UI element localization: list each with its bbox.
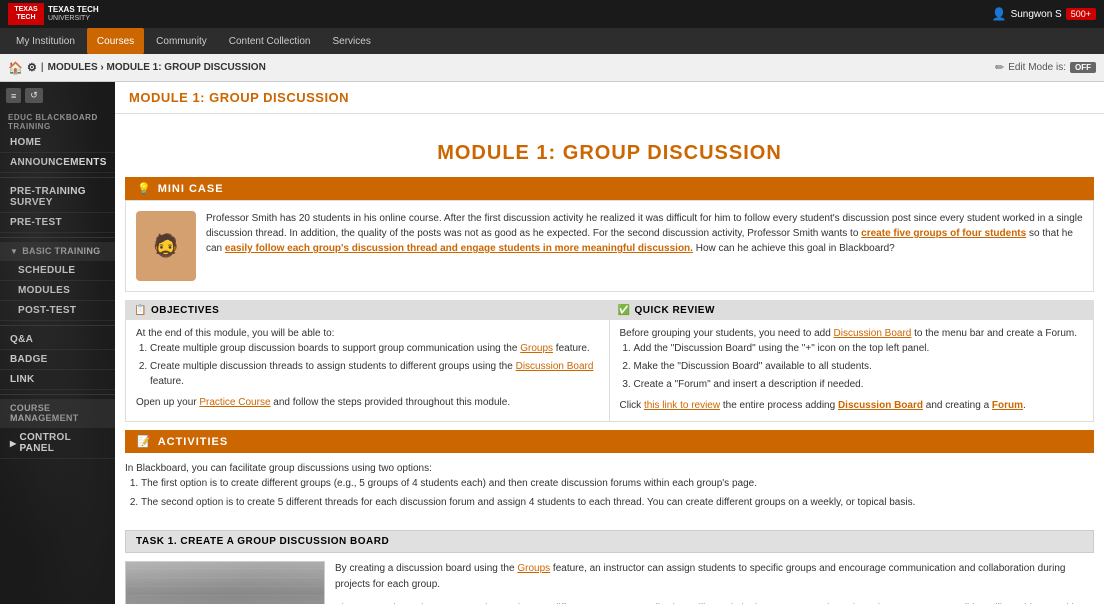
mini-case-icon: 💡 xyxy=(137,182,152,195)
menu-services[interactable]: Services xyxy=(322,28,380,54)
quick-review-label: QUICK REVIEW xyxy=(634,305,714,316)
case-text: Professor Smith has 20 students in his o… xyxy=(206,211,1083,281)
sidebar-item-announcements[interactable]: ANNOUNCEMENTS xyxy=(0,153,115,173)
mini-case-content: 🧔 Professor Smith has 20 students in his… xyxy=(125,200,1094,292)
sidebar-item-post-test[interactable]: POST-TEST xyxy=(0,301,115,321)
sidebar-item-badge[interactable]: BADGE xyxy=(0,350,115,370)
module-title-section: MODULE 1: GROUP DISCUSSION xyxy=(125,124,1094,177)
task1-content: By creating a discussion board using the… xyxy=(125,553,1094,604)
professor-avatar: 🧔 xyxy=(136,211,196,281)
sidebar-refresh-btn[interactable]: ↺ xyxy=(25,88,43,103)
sidebar-section-course-mgmt: COURSE MANAGEMENT xyxy=(0,399,115,428)
objectives-header: 📋 OBJECTIVES xyxy=(126,301,609,320)
points-badge: 500+ xyxy=(1066,8,1096,20)
link-groups[interactable]: Groups xyxy=(520,343,553,354)
sidebar: ≡ ↺ EDUC Blackboard Training HOME ANNOUN… xyxy=(0,82,115,604)
edit-icon: ✏ xyxy=(995,61,1004,74)
mini-case-bar: 💡 MINI CASE xyxy=(125,177,1094,200)
divider xyxy=(0,237,115,238)
edit-mode-toggle: ✏ Edit Mode is: OFF xyxy=(995,61,1096,74)
breadcrumb-bar: 🏠 ⚙ | MODULES › MODULE 1: GROUP DISCUSSI… xyxy=(0,54,1104,82)
objectives-intro: At the end of this module, you will be a… xyxy=(136,326,599,341)
quick-review-header: ✅ QUICK REVIEW xyxy=(610,301,1094,320)
activities-label: ACTIVITIES xyxy=(158,436,229,448)
task1-header: TASK 1. CREATE A GROUP DISCUSSION BOARD xyxy=(125,530,1094,553)
sidebar-item-pre-test[interactable]: PRE-TEST xyxy=(0,213,115,233)
two-col-section: 📋 OBJECTIVES At the end of this module, … xyxy=(125,300,1094,422)
sidebar-item-qa[interactable]: Q&A xyxy=(0,330,115,350)
task1-text: By creating a discussion board using the… xyxy=(335,561,1094,604)
activities-bar: 📝 ACTIVITIES xyxy=(125,430,1094,453)
objectives-icon: 📋 xyxy=(134,305,147,316)
link-discussion-board[interactable]: Discussion Board xyxy=(516,361,594,372)
sidebar-section-label: EDUC Blackboard Training xyxy=(0,107,115,133)
link-discussion-board-add[interactable]: Discussion Board xyxy=(834,328,912,339)
sidebar-section-basic-training: ▼ BASIC TRAINING xyxy=(0,242,115,261)
quick-review-icon: ✅ xyxy=(618,305,631,316)
quick-review-intro: Before grouping your students, you need … xyxy=(620,326,1084,341)
link-forum-footer[interactable]: Forum xyxy=(992,400,1023,411)
home-icon[interactable]: 🏠 xyxy=(8,61,23,75)
objectives-label: OBJECTIVES xyxy=(151,305,219,316)
menu-bar: My Institution Courses Community Content… xyxy=(0,28,1104,54)
task1-image xyxy=(125,561,325,604)
quick-review-content: Before grouping your students, you need … xyxy=(620,326,1084,413)
sidebar-item-control-panel[interactable]: ▶ Control Panel xyxy=(0,428,115,459)
activities-intro: In Blackboard, you can facilitate group … xyxy=(125,461,1094,476)
edit-toggle[interactable]: OFF xyxy=(1070,62,1096,73)
breadcrumb: 🏠 ⚙ | MODULES › MODULE 1: GROUP DISCUSSI… xyxy=(8,61,266,75)
top-navigation: TEXASTECH TEXAS TECH UNIVERSITY 👤 Sungwo… xyxy=(0,0,1104,28)
sidebar-item-modules[interactable]: MODULES xyxy=(0,281,115,301)
mini-case-label: MINI CASE xyxy=(158,183,224,195)
menu-content-collection[interactable]: Content Collection xyxy=(219,28,321,54)
breadcrumb-path: MODULES › MODULE 1: GROUP DISCUSSION xyxy=(48,62,266,73)
nav-left: TEXASTECH TEXAS TECH UNIVERSITY xyxy=(8,3,99,25)
menu-community[interactable]: Community xyxy=(146,28,217,54)
edit-mode-label: Edit Mode is: xyxy=(1008,62,1066,73)
page-header: MODULE 1: GROUP DISCUSSION xyxy=(115,82,1104,114)
main-layout: ≡ ↺ EDUC Blackboard Training HOME ANNOUN… xyxy=(0,82,1104,604)
menu-my-institution[interactable]: My Institution xyxy=(6,28,85,54)
divider xyxy=(0,177,115,178)
link-practice-course[interactable]: Practice Course xyxy=(199,397,270,408)
link-follow-discussion[interactable]: easily follow each group's discussion th… xyxy=(225,243,693,254)
sidebar-item-home[interactable]: HOME xyxy=(0,133,115,153)
activity-item-1: The first option is to create different … xyxy=(141,476,1094,491)
sidebar-item-schedule[interactable]: SCHEDULE xyxy=(0,261,115,281)
sidebar-item-link[interactable]: LINK xyxy=(0,370,115,390)
breadcrumb-separator: | xyxy=(41,62,44,73)
nav-right: 👤 Sungwon S 500+ xyxy=(992,7,1096,21)
link-review[interactable]: this link to review xyxy=(644,400,720,411)
expand-icon: ▶ xyxy=(10,439,16,448)
page-title: MODULE 1: GROUP DISCUSSION xyxy=(129,90,1090,105)
objectives-section: 📋 OBJECTIVES At the end of this module, … xyxy=(126,301,610,421)
menu-courses[interactable]: Courses xyxy=(87,28,144,54)
logo-text: TEXAS TECH UNIVERSITY xyxy=(48,6,99,22)
sidebar-toolbar: ≡ ↺ xyxy=(0,82,115,107)
content-area: MODULE 1: GROUP DISCUSSION 💡 MINI CASE 🧔… xyxy=(115,114,1104,604)
quick-review-footer: Click this link to review the entire pro… xyxy=(620,398,1084,413)
divider xyxy=(0,325,115,326)
link-five-groups[interactable]: create five groups of four students xyxy=(861,228,1026,239)
logo-box: TEXASTECH xyxy=(8,3,44,25)
objectives-content: At the end of this module, you will be a… xyxy=(136,326,599,410)
link-groups-task[interactable]: Groups xyxy=(517,563,550,574)
logo-area: TEXASTECH TEXAS TECH UNIVERSITY xyxy=(8,3,99,25)
sidebar-item-pre-training[interactable]: PRE-TRAINING SURVEY xyxy=(0,182,115,213)
settings-icon[interactable]: ⚙ xyxy=(27,61,37,74)
activities-icon: 📝 xyxy=(137,435,152,448)
activity-item-2: The second option is to create 5 differe… xyxy=(141,495,1094,510)
activities-content: In Blackboard, you can facilitate group … xyxy=(125,453,1094,522)
divider xyxy=(0,394,115,395)
link-discussion-board-footer[interactable]: Discussion Board xyxy=(838,400,923,411)
quick-review-section: ✅ QUICK REVIEW Before grouping your stud… xyxy=(610,301,1094,421)
user-name: Sungwon S xyxy=(1011,9,1062,20)
objectives-footer: Open up your Practice Course and follow … xyxy=(136,395,599,410)
user-icon: 👤 xyxy=(992,7,1007,21)
main-content: MODULE 1: GROUP DISCUSSION MODULE 1: GRO… xyxy=(115,82,1104,604)
sidebar-menu-btn[interactable]: ≡ xyxy=(6,88,21,103)
task1-text1: By creating a discussion board using the… xyxy=(335,561,1094,593)
collapse-icon: ▼ xyxy=(10,247,18,256)
module-title: MODULE 1: GROUP DISCUSSION xyxy=(125,142,1094,165)
